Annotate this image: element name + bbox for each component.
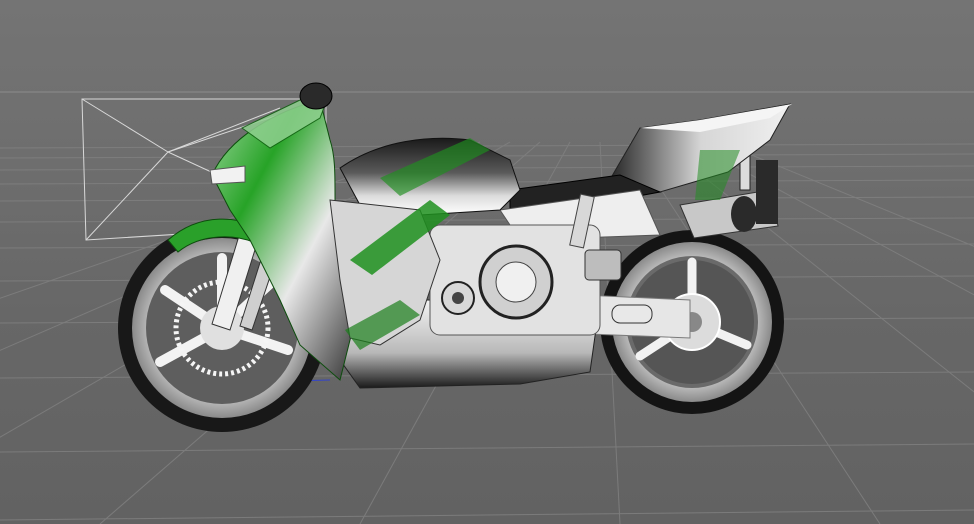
engine [429,224,622,336]
mirror [299,82,333,110]
3d-viewport[interactable] [0,0,974,524]
viewport-canvas[interactable] [0,0,974,524]
footpeg [611,304,653,324]
